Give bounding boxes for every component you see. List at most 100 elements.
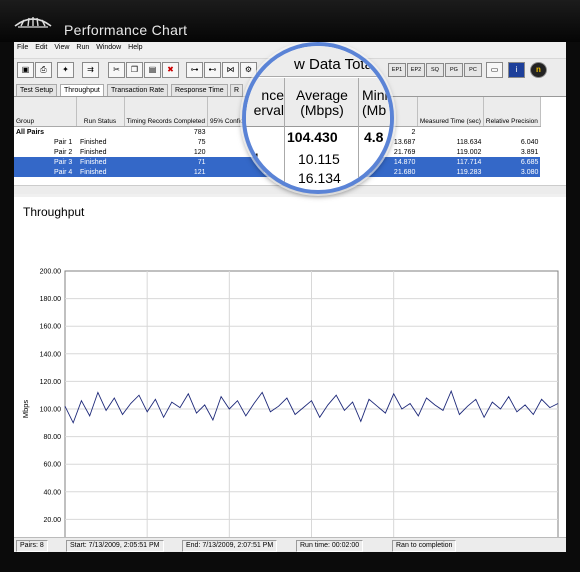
y-tick-label: 40.00: [43, 489, 61, 496]
magnifier-col-interval-line1: nce: [261, 87, 284, 103]
brand-logo-icon: n: [530, 62, 547, 78]
magnifier-col-average-line1: Average: [296, 87, 348, 103]
menu-view[interactable]: View: [54, 44, 69, 51]
table-cell-group: Pair 3: [14, 157, 76, 167]
y-tick-label: 80.00: [43, 434, 61, 441]
application-window: File Edit View Run Window Help ▣ ⎙ ✦ ⇉ ✂ ❐ ▤ …: [14, 42, 566, 552]
table-cell-max: 21.680: [373, 167, 418, 177]
status-run-time: Run time: 00:02:00: [296, 540, 364, 552]
run-icon[interactable]: ✦: [57, 62, 74, 78]
paste-icon[interactable]: ▤: [144, 62, 161, 78]
table-cell-status: Finished: [76, 167, 124, 177]
table-cell-status: Finished: [80, 138, 107, 146]
col-group-header[interactable]: Group: [14, 97, 77, 127]
magnifier-title: w Data Totals: [294, 56, 384, 73]
table-cell-records: 783: [193, 128, 206, 136]
table-cell-status: Finished: [80, 148, 107, 156]
table-cell-precision: 3.080: [483, 167, 541, 177]
toolbar-ep1-button[interactable]: EP1: [388, 63, 406, 77]
magnifier-lens: w Data Totals nce erval Average (Mbps) Min…: [242, 42, 394, 194]
magnifier-col-minimum-line1: Mini: [362, 87, 388, 103]
table-cell-precision: 6.685: [483, 157, 541, 167]
col-time-header[interactable]: Measured Time (sec): [417, 97, 484, 127]
window-icon[interactable]: ▭: [486, 62, 503, 78]
menu-file[interactable]: File: [17, 44, 28, 51]
table-cell-records: 121: [124, 167, 208, 177]
y-tick-label: 60.00: [43, 462, 61, 469]
menu-help[interactable]: Help: [128, 44, 142, 51]
save-icon[interactable]: ▣: [17, 62, 34, 78]
toolbar-sq-button[interactable]: SQ: [426, 63, 444, 77]
magnifier-divider: [358, 78, 359, 190]
table-cell-group: Pair 1: [54, 138, 73, 146]
toolbar-pg-button[interactable]: PG: [445, 63, 463, 77]
menu-run[interactable]: Run: [76, 44, 89, 51]
tab-throughput[interactable]: Throughput: [60, 84, 104, 96]
menu-edit[interactable]: Edit: [35, 44, 47, 51]
magnifier-minimum-total: 4.8: [364, 129, 384, 145]
table-cell-time: 119.283: [417, 167, 484, 177]
magnifier-col-interval: nce erval: [246, 88, 284, 118]
title-bar: Performance Chart: [0, 0, 580, 42]
col-records-header[interactable]: Timing Records Completed: [124, 97, 209, 127]
delete-icon[interactable]: ✖: [162, 62, 179, 78]
table-cell-time: 118.634: [456, 138, 482, 146]
table-cell-group: Pair 4: [14, 167, 76, 177]
y-tick-label: 20.00: [43, 517, 61, 524]
status-completion: Ran to completion: [392, 540, 457, 552]
y-tick-label: 160.00: [40, 324, 62, 331]
table-cell-records: 120: [193, 148, 206, 156]
col-precision-header[interactable]: Relative Precision: [483, 97, 541, 127]
table-cell-precision: 3.891: [520, 148, 539, 156]
table-cell-records: 75: [197, 138, 206, 146]
y-tick-label: 140.00: [40, 351, 62, 358]
tab-response-time[interactable]: Response Time: [171, 84, 228, 96]
magnifier-average-pair2: 16.134: [298, 170, 341, 186]
magnifier-average-total: 104.430: [287, 129, 338, 145]
menu-window[interactable]: Window: [96, 44, 121, 51]
cut-icon[interactable]: ✂: [108, 62, 125, 78]
table-cell-group: All Pairs: [16, 128, 45, 136]
magnifier-col-interval-line2: erval: [253, 102, 284, 118]
table-cell-group: Pair 2: [54, 148, 73, 156]
window-title: Performance Chart: [64, 22, 188, 38]
add-pair-icon[interactable]: ⊶: [186, 62, 203, 78]
y-tick-label: 100.00: [40, 407, 62, 414]
magnifier-average-pair1: 10.115: [298, 151, 340, 167]
table-cell-records: 71: [124, 157, 208, 167]
copy-icon[interactable]: ❐: [126, 62, 143, 78]
magnifier-column-headers: nce erval Average (Mbps) Mini (Mb: [246, 78, 390, 127]
chart-panel: Throughput 0.0020.0040.0060.0080.00100.0…: [14, 197, 566, 542]
print-icon[interactable]: ⎙: [35, 62, 52, 78]
magnifier-col-minimum-line2: (Mb: [362, 102, 387, 118]
table-cell-time: 117.714: [417, 157, 484, 167]
magnifier-left-value: 11: [246, 150, 261, 166]
magnifier-header-band: w Data Totals: [246, 46, 390, 77]
magnifier-col-average-line2: (Mbps): [300, 102, 344, 118]
ubiquiti-logo-icon: [14, 17, 52, 28]
throughput-chart: 0.0020.0040.0060.0080.00100.00120.00140.…: [21, 269, 559, 537]
tab-r[interactable]: R: [230, 84, 244, 96]
table-cell-time: [417, 127, 483, 138]
tab-transaction-rate[interactable]: Transaction Rate: [107, 84, 169, 96]
magnifier-col-minimum: Mini (Mb: [362, 87, 390, 118]
network-icon[interactable]: ⋈: [222, 62, 239, 78]
magnifier-divider: [284, 78, 285, 190]
table-cell-precision: [483, 127, 540, 138]
y-tick-label: 200.00: [40, 269, 62, 276]
toolbar-pc-button[interactable]: PC: [464, 63, 482, 77]
table-cell-status: [76, 127, 124, 138]
table-cell-precision: 6.040: [520, 138, 539, 146]
info-icon[interactable]: i: [508, 62, 525, 78]
y-tick-label: 180.00: [40, 296, 62, 303]
status-start: Start: 7/13/2009, 2:05:51 PM: [66, 540, 164, 552]
col-run-status-header[interactable]: Run Status: [76, 97, 125, 127]
status-pairs: Pairs: 8: [16, 540, 48, 552]
app-frame: Performance Chart File Edit View Run Window H…: [0, 0, 580, 572]
table-cell-time: 119.002: [456, 148, 482, 156]
edit-pair-icon[interactable]: ⊷: [204, 62, 221, 78]
toolbar-ep2-button[interactable]: EP2: [407, 63, 425, 77]
stop-icon[interactable]: ⇉: [82, 62, 99, 78]
y-axis-label: Mbps: [21, 400, 30, 419]
tab-test-setup[interactable]: Test Setup: [16, 84, 58, 96]
